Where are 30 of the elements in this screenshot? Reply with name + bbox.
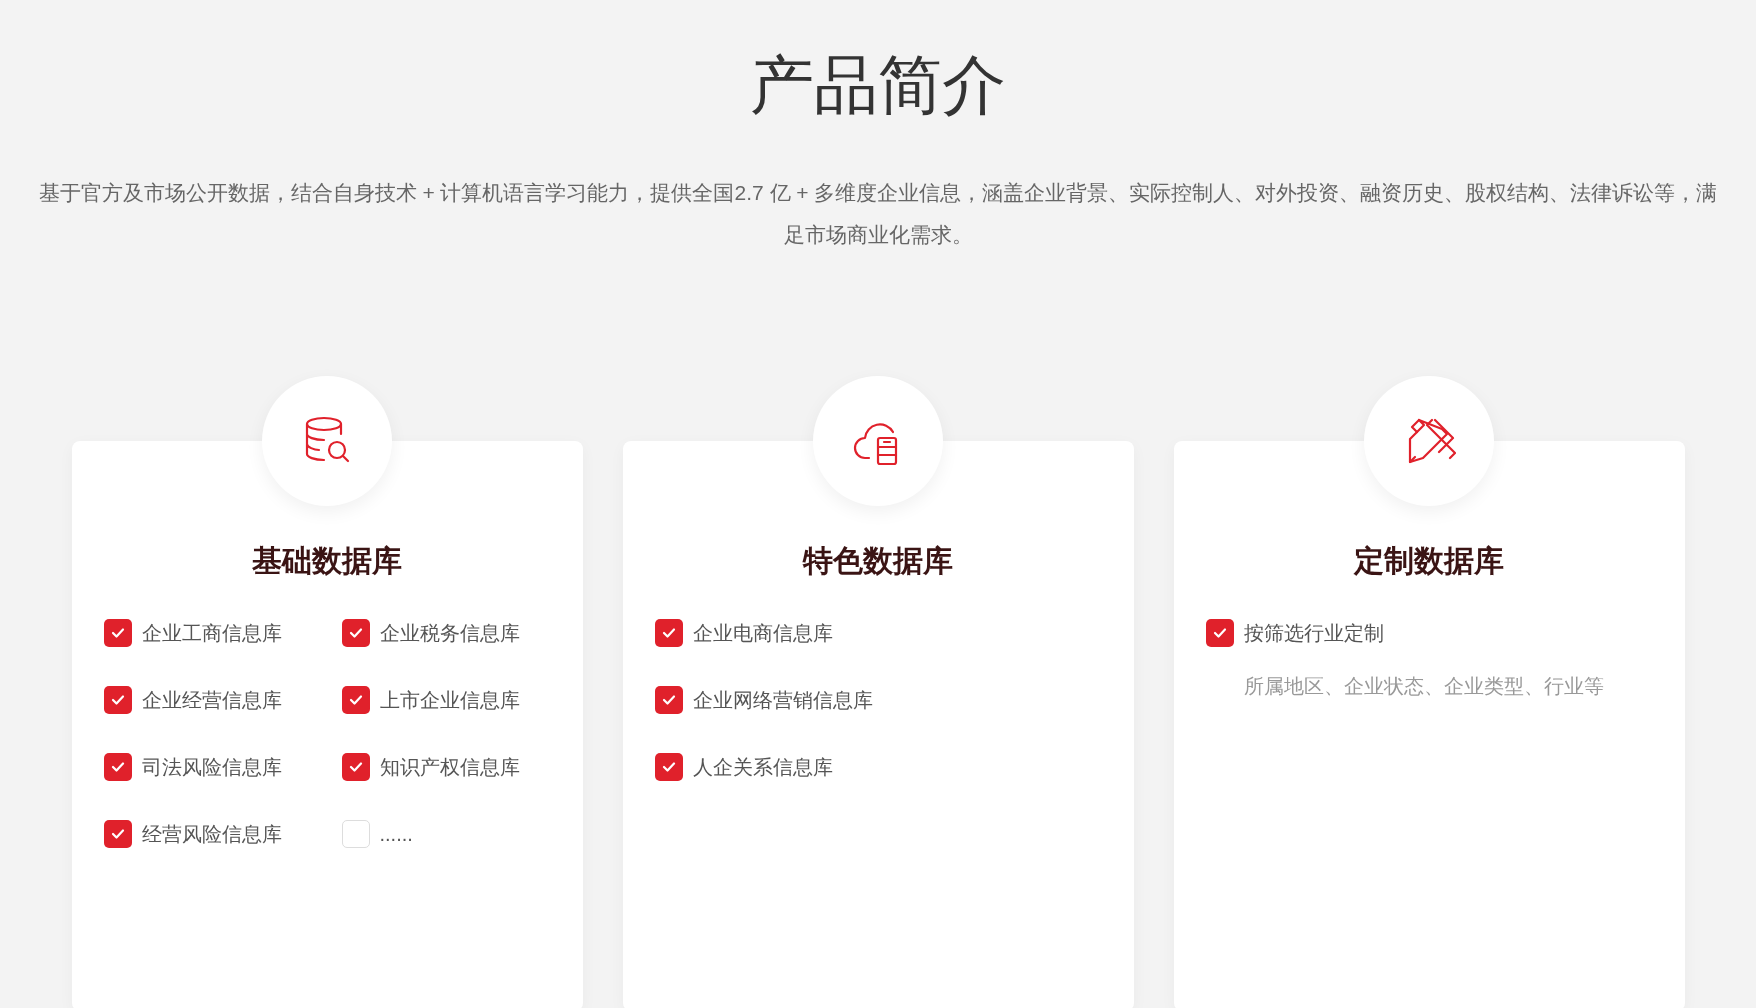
page-title: 产品简介 <box>750 47 1006 124</box>
checkbox[interactable] <box>103 819 132 848</box>
checkbox[interactable] <box>103 752 132 781</box>
note-text: 所属地区、企业状态、企业类型、行业等 <box>1242 674 1604 699</box>
checkbox[interactable] <box>1205 618 1234 647</box>
checkbox[interactable] <box>341 685 370 714</box>
card-title: 定制数据库 <box>1354 543 1504 579</box>
card-title: 特色数据库 <box>803 543 953 579</box>
checkbox[interactable] <box>103 685 132 714</box>
checkbox[interactable] <box>341 752 370 781</box>
item-label: 企业经营信息库 <box>141 687 282 713</box>
checkbox[interactable] <box>341 618 370 647</box>
item-label: 上市企业信息库 <box>379 687 520 713</box>
item-label: 人企关系信息库 <box>692 754 833 780</box>
item-label: 知识产权信息库 <box>379 754 520 780</box>
item-label: 企业电商信息库 <box>692 620 833 646</box>
checkbox[interactable] <box>103 618 132 647</box>
item-label: 企业税务信息库 <box>379 620 520 646</box>
checkbox[interactable] <box>654 752 683 781</box>
item-label: ...... <box>379 821 413 847</box>
checkbox[interactable] <box>654 618 683 647</box>
item-label: 企业工商信息库 <box>141 620 282 646</box>
card-title: 基础数据库 <box>252 543 402 579</box>
description: 基于官方及市场公开数据，结合自身技术 + 计算机语言学习能力，提供全国2.7 亿 + 多维度企业信息，涵盖企业背景、实际控制人、对外投资、融资历史、股权结构、法律诉讼等，满足市场商业化需求。 <box>38 180 1718 248</box>
checkbox[interactable] <box>654 685 683 714</box>
item-label: 按筛选行业定制 <box>1243 620 1384 646</box>
checkbox[interactable] <box>341 819 370 848</box>
item-label: 经营风险信息库 <box>141 821 282 847</box>
item-label: 企业网络营销信息库 <box>692 687 873 713</box>
item-label: 司法风险信息库 <box>141 754 282 780</box>
